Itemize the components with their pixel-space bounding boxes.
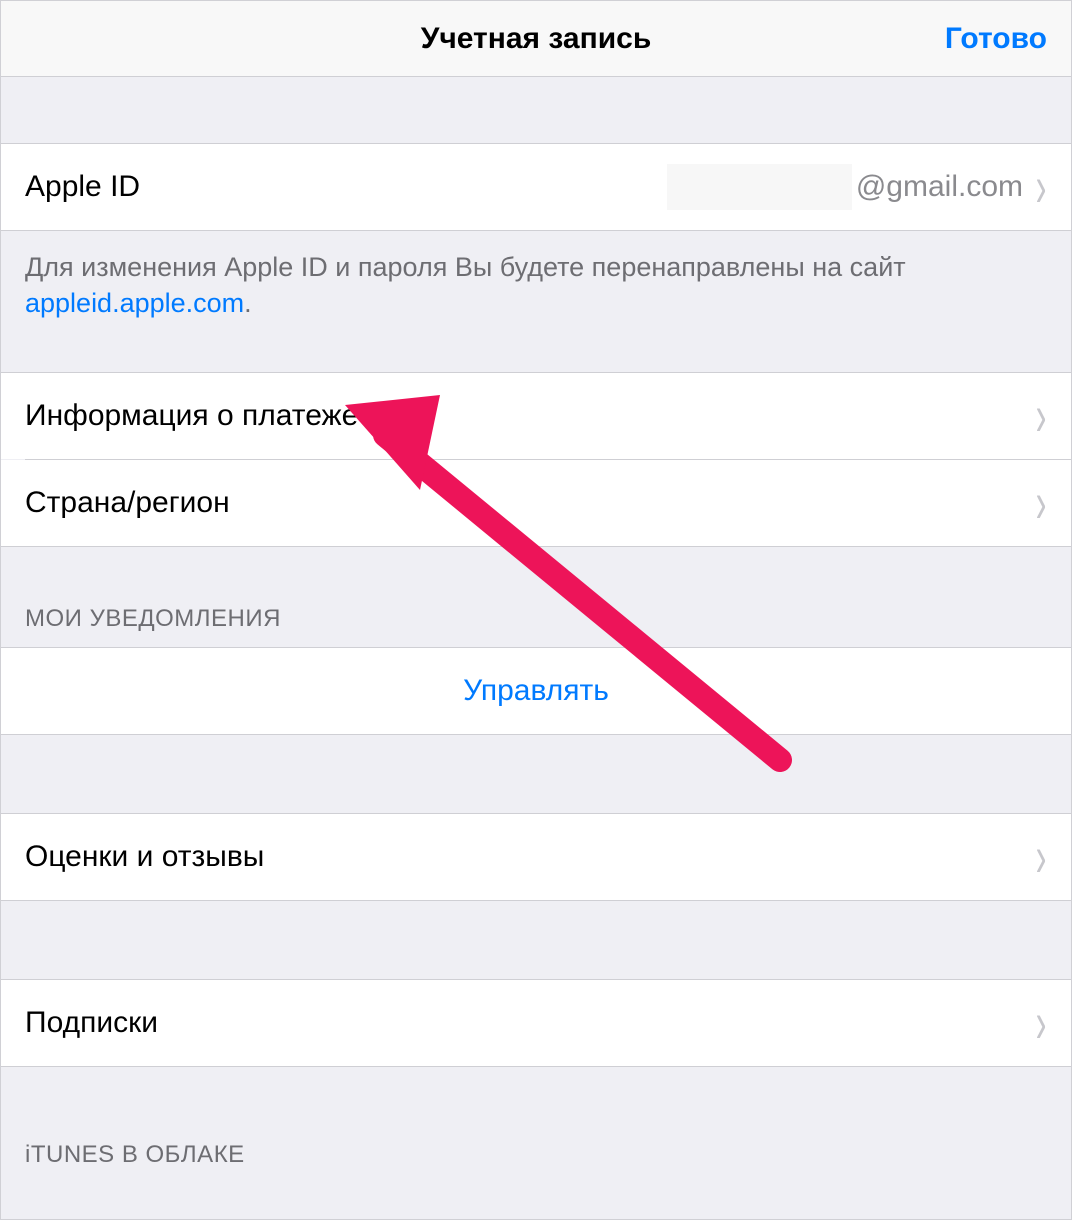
redacted-block <box>667 164 852 210</box>
spacer <box>1 340 1071 372</box>
footer-text-prefix: Для изменения Apple ID и пароля Вы будет… <box>25 252 906 282</box>
country-region-row[interactable]: Страна/регион › <box>1 460 1071 546</box>
section-header-itunes-cloud: iTUNES В ОБЛАКЕ <box>1 1067 1071 1183</box>
subscriptions-row[interactable]: Подписки › <box>1 980 1071 1066</box>
apple-id-value: @gmail.com <box>667 164 1023 210</box>
chevron-right-icon: › <box>1036 158 1047 216</box>
done-button[interactable]: Готово <box>945 22 1047 56</box>
chevron-right-icon: › <box>1036 387 1047 445</box>
spacer <box>1 77 1071 143</box>
ratings-reviews-label: Оценки и отзывы <box>25 840 264 874</box>
apple-id-suffix: @gmail.com <box>856 170 1023 204</box>
chevron-right-icon: › <box>1036 828 1047 886</box>
payment-info-row[interactable]: Информация о платеже › <box>1 373 1071 459</box>
modal-header: Учетная запись Готово <box>1 1 1071 77</box>
page-title: Учетная запись <box>421 22 652 56</box>
apple-id-row[interactable]: Apple ID @gmail.com › <box>1 144 1071 230</box>
ratings-reviews-row[interactable]: Оценки и отзывы › <box>1 814 1071 900</box>
payment-info-label: Информация о платеже <box>25 399 358 433</box>
footer-text-suffix: . <box>244 288 252 318</box>
appleid-link[interactable]: appleid.apple.com <box>25 288 244 318</box>
spacer <box>1 901 1071 979</box>
chevron-right-icon: › <box>1036 994 1047 1052</box>
apple-id-footer: Для изменения Apple ID и пароля Вы будет… <box>1 231 1071 340</box>
section-header-notifications: МОИ УВЕДОМЛЕНИЯ <box>1 547 1071 647</box>
apple-id-label: Apple ID <box>25 170 140 204</box>
apple-id-value-wrap: @gmail.com › <box>667 164 1047 210</box>
country-region-label: Страна/регион <box>25 486 230 520</box>
chevron-right-icon: › <box>1036 474 1047 532</box>
manage-button[interactable]: Управлять <box>1 648 1071 734</box>
spacer <box>1 735 1071 813</box>
subscriptions-label: Подписки <box>25 1006 158 1040</box>
